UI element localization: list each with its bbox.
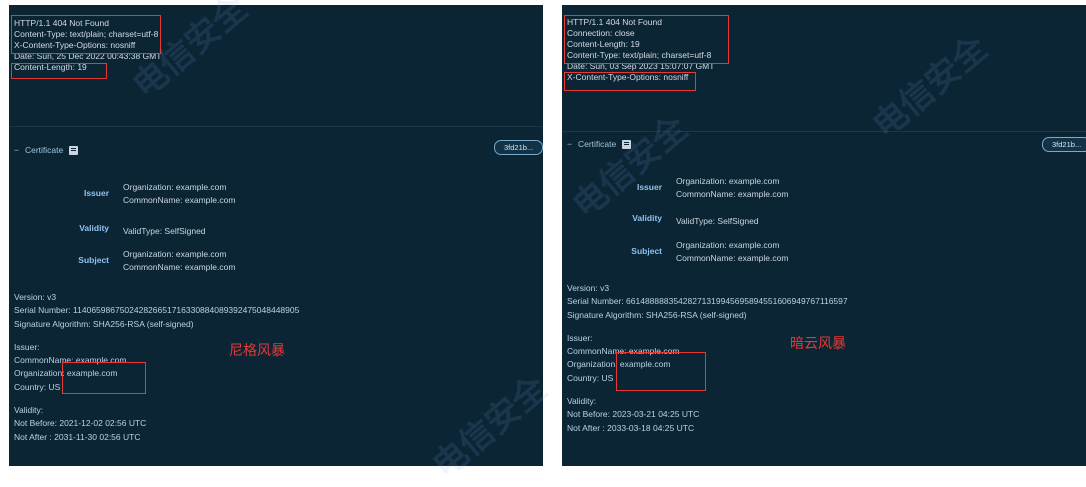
annotation-label-left: 尼格风暴 <box>229 343 285 359</box>
validity-row: Validity ValidType: SelfSigned <box>562 213 759 228</box>
validity-heading: Validity: <box>567 396 597 407</box>
version: Version: v3 <box>567 283 610 293</box>
issuer-organization: Organization: example.com <box>14 368 118 379</box>
validity-value: ValidType: SelfSigned <box>676 216 759 226</box>
annotation-label-right: 暗云风暴 <box>790 336 846 352</box>
certificate-title: Certificate <box>24 145 64 155</box>
certificate-toggle[interactable]: − Certificate <box>567 139 632 149</box>
certificate-title: Certificate <box>577 139 617 149</box>
header-line: Content-Type: text/plain; charset=utf-8 <box>567 49 712 60</box>
issuer-cn: CommonName: example.com <box>676 189 789 199</box>
not-before: Not Before: 2023-03-21 04:25 UTC <box>567 409 700 420</box>
collapse-icon: − <box>567 139 572 149</box>
divider <box>562 131 1086 132</box>
issuer-row: Issuer Organization: example.com CommonN… <box>562 175 788 201</box>
signature-algorithm: Signature Algorithm: SHA256-RSA (self-si… <box>14 318 194 329</box>
header-line: Content-Length: 19 <box>14 61 87 72</box>
issuer-cn: CommonName: example.com <box>123 195 236 205</box>
subject-org: Organization: example.com <box>676 240 780 250</box>
certificate-icon[interactable] <box>69 145 79 155</box>
certificate-toggle[interactable]: − Certificate <box>14 145 79 155</box>
subject-cn: CommonName: example.com <box>676 253 789 263</box>
issuer-label: Issuer <box>636 182 662 192</box>
validity-heading: Validity: <box>14 405 44 416</box>
header-line: HTTP/1.1 404 Not Found <box>567 17 662 27</box>
cert-hash-badge[interactable]: 3fd21b... <box>494 140 543 155</box>
header-line: Content-Length: 19 <box>567 38 640 49</box>
header-line: Date: Sun, 03 Sep 2023 15:07:07 GMT <box>567 60 715 71</box>
issuer-org: Organization: example.com <box>123 182 227 192</box>
validity-label: Validity <box>79 223 109 233</box>
country: Country: US <box>14 381 61 392</box>
serial-number: Serial Number: 1140659867502428266517163… <box>14 305 300 316</box>
divider <box>9 126 543 127</box>
header-line: X-Content-Type-Options: nosniff <box>567 71 689 82</box>
validity-value: ValidType: SelfSigned <box>123 226 206 236</box>
header-line: Connection: close <box>567 27 635 38</box>
subject-row: Subject Organization: example.com Common… <box>562 239 788 265</box>
certificate-icon[interactable] <box>622 139 632 149</box>
subject-row: Subject Organization: example.com Common… <box>9 248 235 274</box>
not-before: Not Before: 2021-12-02 02:56 UTC <box>14 418 147 429</box>
country: Country: US <box>567 372 614 383</box>
not-after: Not After : 2033-03-18 04:25 UTC <box>567 422 695 433</box>
version: Version: v3 <box>14 292 57 302</box>
cert-details: Version: v3 Serial Number: 1140659867502… <box>14 291 299 444</box>
http-headers: HTTP/1.1 404 Not Found Content-Type: tex… <box>14 18 161 73</box>
http-headers: HTTP/1.1 404 Not Found Connection: close… <box>567 17 714 82</box>
header-line: Date: Sun, 25 Dec 2022 00:43:38 GMT <box>14 50 162 61</box>
signature-algorithm: Signature Algorithm: SHA256-RSA (self-si… <box>567 309 747 320</box>
cert-hash-badge[interactable]: 3fd21b... <box>1042 137 1086 152</box>
subject-label: Subject <box>631 246 662 256</box>
collapse-icon: − <box>14 145 19 155</box>
left-response-panel: HTTP/1.1 404 Not Found Content-Type: tex… <box>9 5 543 466</box>
header-line: Content-Type: text/plain; charset=utf-8 <box>14 28 159 39</box>
issuer-org: Organization: example.com <box>676 176 780 186</box>
validity-row: Validity ValidType: SelfSigned <box>9 223 206 238</box>
subject-label: Subject <box>78 255 109 265</box>
cert-details: Version: v3 Serial Number: 6614888883542… <box>567 282 848 435</box>
header-line: X-Content-Type-Options: nosniff <box>14 39 136 50</box>
header-line: HTTP/1.1 404 Not Found <box>14 18 109 28</box>
not-after: Not After : 2031-11-30 02:56 UTC <box>14 431 141 442</box>
validity-label: Validity <box>632 213 662 223</box>
serial-number: Serial Number: 6614888883542827131994569… <box>567 296 848 307</box>
subject-cn: CommonName: example.com <box>123 262 236 272</box>
right-response-panel: HTTP/1.1 404 Not Found Connection: close… <box>562 5 1086 466</box>
issuer-organization: Organization: example.com <box>567 359 671 370</box>
subject-org: Organization: example.com <box>123 249 227 259</box>
issuer-row: Issuer Organization: example.com CommonN… <box>9 181 235 207</box>
issuer-label: Issuer <box>83 188 109 198</box>
